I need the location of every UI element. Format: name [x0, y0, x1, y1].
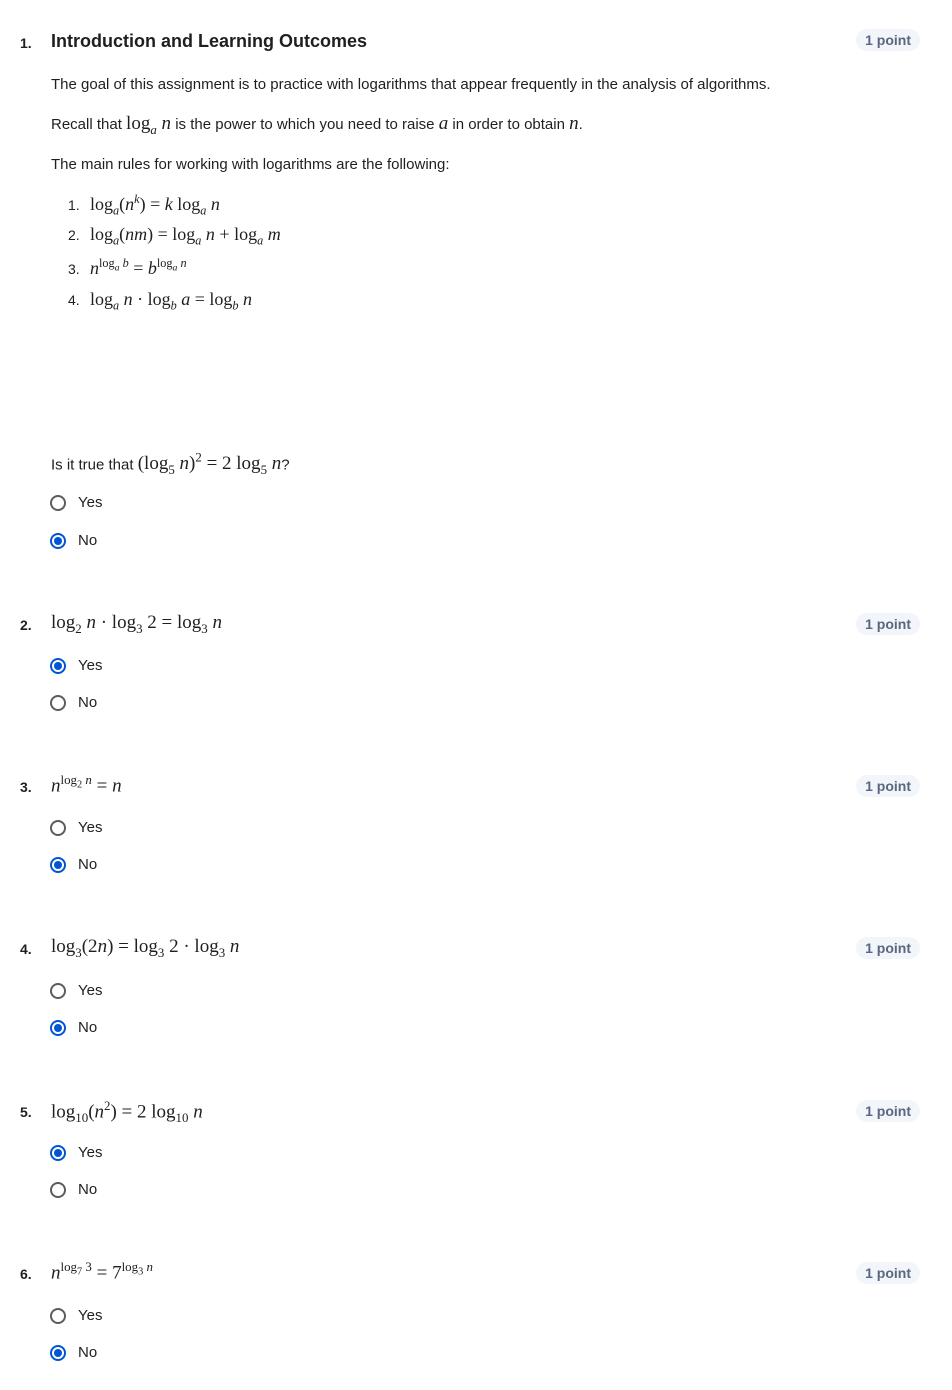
- radio-button-selected[interactable]: [50, 1144, 66, 1161]
- question-formula: nlog7 3 = 7log3 n: [51, 1259, 153, 1284]
- option-no[interactable]: No: [50, 694, 97, 711]
- question-number: 6.: [20, 1266, 32, 1282]
- radio-button[interactable]: [50, 1181, 66, 1198]
- question-number: 3.: [20, 779, 32, 795]
- question-formula: nlog2 n = n: [51, 772, 122, 797]
- intro-text: The goal of this assignment is to practi…: [51, 76, 771, 93]
- radio-button-selected[interactable]: [50, 856, 66, 873]
- option-yes[interactable]: Yes: [50, 982, 102, 999]
- points-badge: 1 point: [856, 775, 920, 797]
- radio-button[interactable]: [50, 1307, 66, 1324]
- option-no[interactable]: No: [50, 856, 97, 873]
- points-badge: 1 point: [856, 937, 920, 959]
- question-title: Introduction and Learning Outcomes: [51, 31, 368, 51]
- option-no[interactable]: No: [50, 1019, 97, 1036]
- rule-1: 1. loga(nk) = k loga n: [68, 192, 220, 218]
- rules-intro: The main rules for working with logarith…: [51, 156, 450, 173]
- rule-4: 4. loga n · logb a = logb n: [68, 289, 253, 313]
- question-number: 5.: [20, 1104, 32, 1120]
- points-badge: 1 point: [856, 1262, 920, 1284]
- option-no[interactable]: No: [50, 1344, 97, 1361]
- question-prompt: Is it true that (log5 n)2 = 2 log5 n?: [51, 450, 290, 478]
- radio-button[interactable]: [50, 982, 66, 999]
- question-number: 2.: [20, 617, 32, 633]
- option-yes[interactable]: Yes: [50, 494, 102, 511]
- option-no[interactable]: No: [50, 1181, 97, 1198]
- question-number: 4.: [20, 941, 32, 957]
- radio-button[interactable]: [50, 819, 66, 836]
- radio-button[interactable]: [50, 694, 66, 711]
- recall-text: Recall that loga n is the power to which…: [51, 113, 583, 137]
- question-formula: log10(n2) = 2 log10 n: [51, 1098, 203, 1126]
- option-yes[interactable]: Yes: [50, 819, 102, 836]
- question-formula: log3(2n) = log3 2 · log3 n: [51, 936, 240, 960]
- points-badge: 1 point: [856, 29, 920, 51]
- points-badge: 1 point: [856, 1100, 920, 1122]
- rule-3: 3. nloga b = bloga n: [68, 256, 187, 278]
- option-no[interactable]: No: [50, 532, 97, 549]
- option-yes[interactable]: Yes: [50, 1144, 102, 1161]
- option-yes[interactable]: Yes: [50, 1307, 102, 1324]
- radio-button-selected[interactable]: [50, 1019, 66, 1036]
- radio-button-selected[interactable]: [50, 657, 66, 674]
- radio-button-selected[interactable]: [50, 1344, 66, 1361]
- rule-2: 2. loga(nm) = loga n + loga m: [68, 224, 281, 248]
- question-number: 1.: [20, 35, 32, 51]
- radio-button-selected[interactable]: [50, 532, 66, 549]
- option-yes[interactable]: Yes: [50, 657, 102, 674]
- radio-button[interactable]: [50, 494, 66, 511]
- question-formula: log2 n · log3 2 = log3 n: [51, 612, 222, 636]
- points-badge: 1 point: [856, 613, 920, 635]
